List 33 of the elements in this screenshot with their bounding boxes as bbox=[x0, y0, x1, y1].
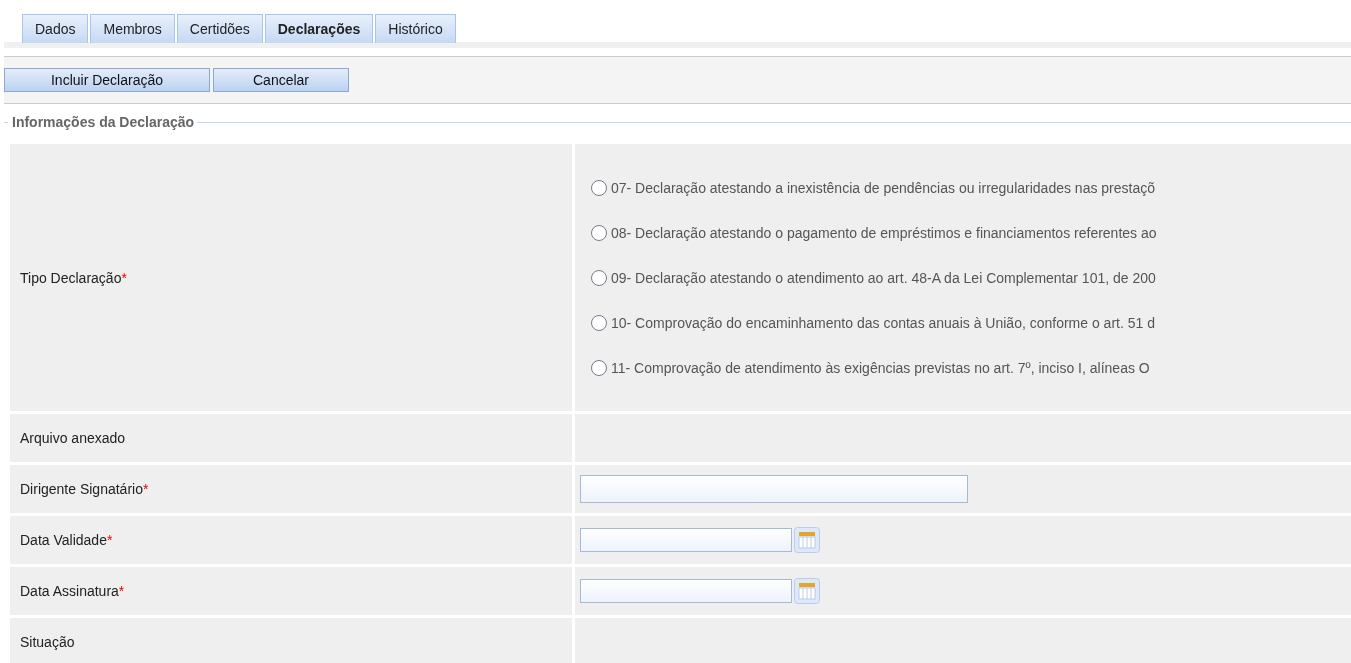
radio-button[interactable] bbox=[591, 269, 607, 286]
radio-label[interactable]: 11- Comprovação de atendimento às exigências previstas no art. 7º, inciso I, alíneas O bbox=[611, 359, 1150, 376]
radio-label[interactable]: 10- Comprovação do encaminhamento das contas anuais à União, conforme o art. 51 d bbox=[611, 314, 1155, 331]
toolbar-button[interactable]: Cancelar bbox=[213, 68, 349, 92]
radio-label[interactable]: 08- Declaração atestando o pagamento de empréstimos e financiamentos referentes ao bbox=[611, 224, 1157, 241]
input-field[interactable] bbox=[580, 475, 968, 503]
radio-label[interactable]: 07- Declaração atestando a inexistência de pendências ou irregularidades nas prestaçõ bbox=[611, 179, 1155, 196]
tab[interactable]: Dados bbox=[22, 14, 89, 43]
tab[interactable]: Membros bbox=[90, 14, 175, 43]
field-label: Data Validade bbox=[20, 532, 107, 548]
radio-button[interactable] bbox=[591, 224, 607, 241]
required-marker: * bbox=[118, 583, 125, 599]
toolbar-button[interactable]: Incluir Declaração bbox=[4, 68, 210, 92]
section-legend: Informações da Declaração bbox=[8, 114, 198, 130]
calendar-icon[interactable] bbox=[794, 527, 820, 553]
field-label: Dirigente Signatário bbox=[20, 481, 143, 497]
tab[interactable]: Certidões bbox=[176, 14, 263, 43]
tab[interactable]: Histórico bbox=[375, 14, 456, 43]
field-label: Arquivo anexado bbox=[20, 430, 126, 446]
field-label: Tipo Declaração bbox=[20, 269, 122, 286]
radio-label[interactable]: 09- Declaração atestando o atendimento ao art. 48-A da Lei Complementar 101, de 200 bbox=[611, 269, 1156, 286]
field-label: Situação bbox=[20, 634, 75, 650]
tab[interactable]: Declarações bbox=[264, 14, 374, 43]
required-marker: * bbox=[142, 481, 149, 497]
radio-button[interactable] bbox=[591, 359, 607, 376]
required-marker: * bbox=[106, 532, 113, 548]
radio-button[interactable] bbox=[591, 314, 607, 331]
field-label: Data Assinatura bbox=[20, 583, 119, 599]
date-field[interactable] bbox=[580, 579, 792, 603]
required-marker: * bbox=[121, 269, 127, 286]
radio-button[interactable] bbox=[591, 179, 607, 196]
calendar-icon[interactable] bbox=[794, 578, 820, 604]
date-field[interactable] bbox=[580, 528, 792, 552]
